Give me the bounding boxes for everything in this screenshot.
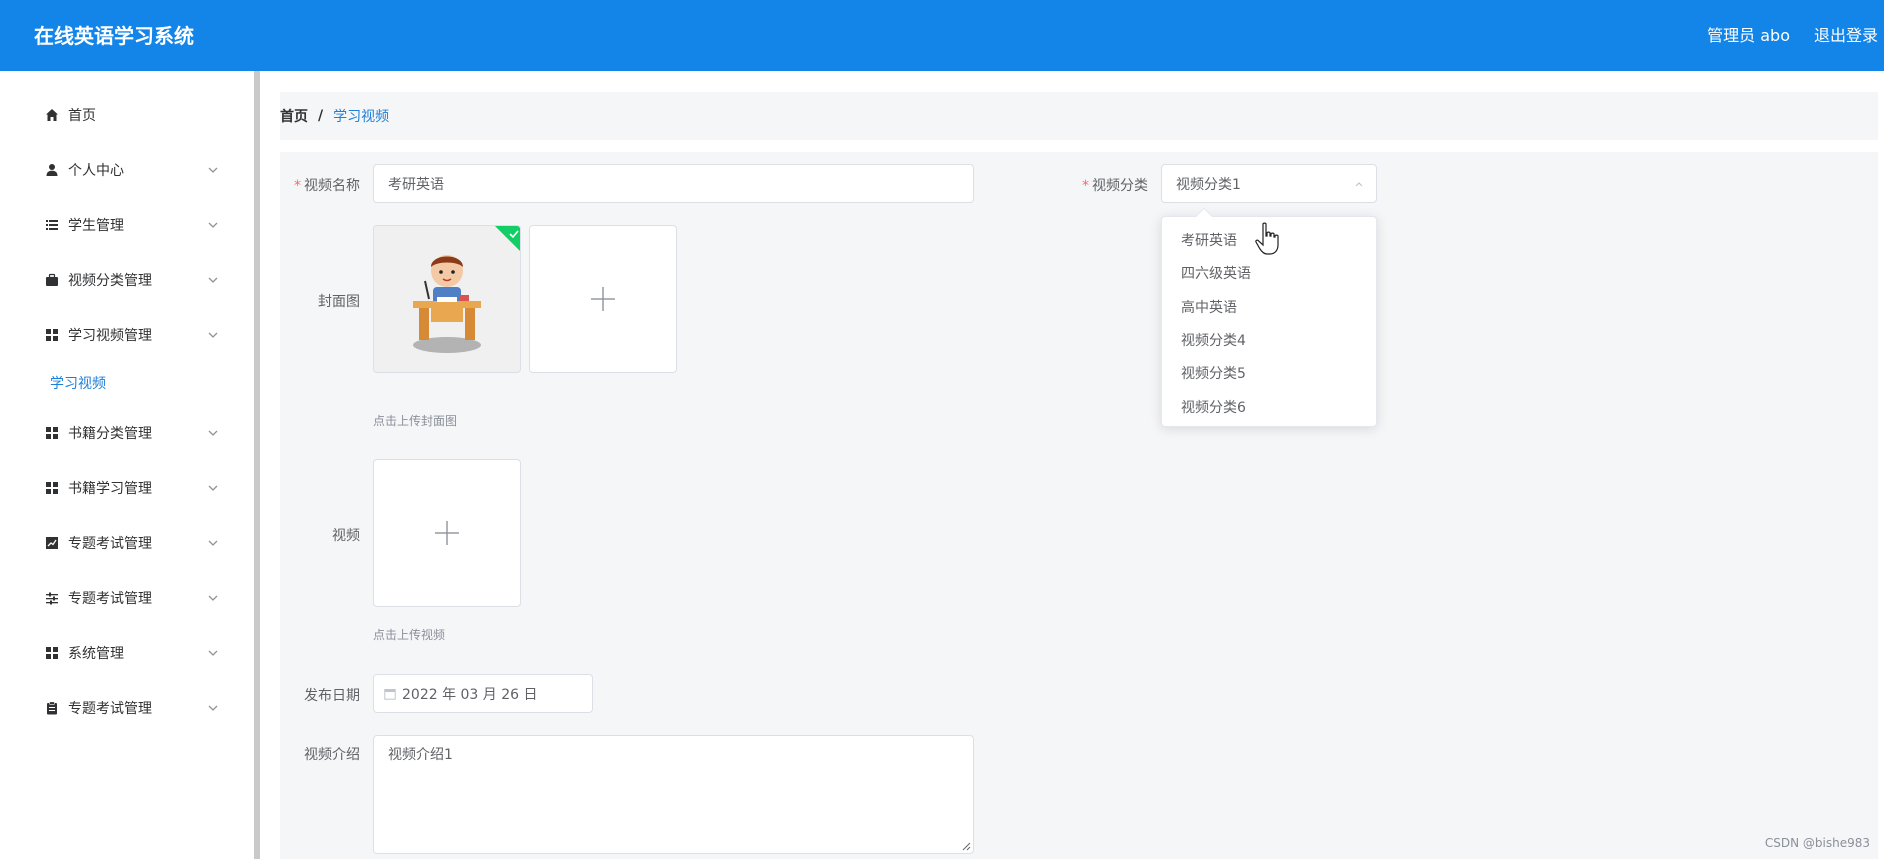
dropdown-option[interactable]: 高中英语 <box>1181 297 1237 317</box>
sidebar-subitem-study-video[interactable]: 学习视频 <box>50 373 106 393</box>
student-at-desk-image <box>413 255 481 353</box>
sidebar-item-label: 学生管理 <box>68 218 124 234</box>
intro-label: 视频介绍 <box>304 747 360 763</box>
sidebar-item-label: 首页 <box>68 108 96 124</box>
list-icon <box>44 217 60 233</box>
chevron-down-icon <box>208 332 218 338</box>
sidebar-item-video-category-management[interactable]: 视频分类管理 <box>0 260 250 300</box>
sidebar-item-student-management[interactable]: 学生管理 <box>0 205 250 245</box>
chevron-down-icon <box>208 705 218 711</box>
publish-date-value: 2022 年 03 月 26 日 <box>402 686 538 703</box>
sidebar-item-label: 个人中心 <box>68 163 124 179</box>
sidebar: 首页 个人中心 学生管理 视频分类管理 学习视频管理 学习视频 书籍分类管理 书… <box>0 71 256 859</box>
sidebar-item-label: 专题考试管理 <box>68 591 152 607</box>
sidebar-item-label: 书籍分类管理 <box>68 426 152 442</box>
sidebar-item-label: 专题考试管理 <box>68 536 152 552</box>
video-name-label: * 视频名称 <box>294 178 360 194</box>
chevron-down-icon <box>208 430 218 436</box>
video-hint: 点击上传视频 <box>373 628 446 642</box>
sidebar-item-study-video-management[interactable]: 学习视频管理 <box>0 315 250 355</box>
selected-category: 视频分类1 <box>1176 176 1241 193</box>
sidebar-item-book-category-management[interactable]: 书籍分类管理 <box>0 413 250 453</box>
required-mark: * <box>294 178 301 194</box>
app-title: 在线英语学习系统 <box>34 24 194 48</box>
dropdown-option[interactable]: 视频分类6 <box>1181 397 1246 417</box>
dropdown-option[interactable]: 视频分类4 <box>1181 330 1246 350</box>
intro-value: 视频介绍1 <box>388 747 453 763</box>
chevron-down-icon <box>208 485 218 491</box>
sidebar-item-system-management[interactable]: 系统管理 <box>0 633 250 673</box>
chevron-down-icon <box>208 650 218 656</box>
chart-icon <box>44 535 60 551</box>
logout-button[interactable]: 退出登录 <box>1814 22 1878 46</box>
cover-thumbnail[interactable] <box>373 225 521 373</box>
sidebar-item-label: 视频分类管理 <box>68 273 152 289</box>
chevron-down-icon <box>208 222 218 228</box>
dropdown-option[interactable]: 四六级英语 <box>1181 263 1251 283</box>
grid-icon <box>44 425 60 441</box>
publish-date-input[interactable]: 2022 年 03 月 26 日 <box>373 674 593 713</box>
dropdown-option[interactable]: 考研英语 <box>1181 230 1237 250</box>
sidebar-item-label: 系统管理 <box>68 646 124 662</box>
cover-label: 封面图 <box>318 294 360 310</box>
top-header: 在线英语学习系统 管理员 abo 退出登录 <box>0 0 1884 71</box>
grid-icon <box>44 480 60 496</box>
sidebar-item-label: 书籍学习管理 <box>68 481 152 497</box>
sidebar-item-book-study-management[interactable]: 书籍学习管理 <box>0 468 250 508</box>
chevron-down-icon <box>208 277 218 283</box>
dropdown-option[interactable]: 视频分类5 <box>1181 363 1246 383</box>
intro-textarea[interactable]: 视频介绍1 <box>373 735 974 854</box>
grid-icon <box>44 645 60 661</box>
video-category-select[interactable]: 视频分类1 <box>1161 164 1377 203</box>
hand-cursor-icon <box>1255 222 1279 255</box>
calendar-icon <box>384 688 396 700</box>
chevron-down-icon <box>208 595 218 601</box>
check-icon <box>509 230 519 239</box>
user-icon <box>44 162 60 178</box>
required-mark: * <box>1082 178 1089 194</box>
sidebar-item-label: 学习视频管理 <box>68 328 152 344</box>
plus-icon <box>591 287 615 311</box>
current-user: 管理员 abo <box>1707 26 1790 45</box>
publish-date-label: 发布日期 <box>304 688 360 704</box>
sidebar-item-label: 专题考试管理 <box>68 701 152 717</box>
watermark: CSDN @bishe983 <box>1764 836 1870 850</box>
sidebar-item-topic-exam-management-3[interactable]: 专题考试管理 <box>0 688 250 728</box>
chevron-down-icon <box>208 167 218 173</box>
briefcase-icon <box>44 272 60 288</box>
home-icon <box>44 107 60 123</box>
sidebar-item-topic-exam-management-2[interactable]: 专题考试管理 <box>0 578 250 618</box>
breadcrumb-home[interactable]: 首页 <box>280 106 308 126</box>
video-upload-button[interactable] <box>373 459 521 607</box>
grid-icon <box>44 327 60 343</box>
video-category-label: * 视频分类 <box>1082 178 1148 194</box>
video-name-input[interactable]: 考研英语 <box>373 164 974 203</box>
chevron-down-icon <box>208 540 218 546</box>
sidebar-item-home[interactable]: 首页 <box>0 95 250 135</box>
sidebar-item-topic-exam-management-1[interactable]: 专题考试管理 <box>0 523 250 563</box>
breadcrumb-current: 学习视频 <box>333 109 390 125</box>
sidebar-item-personal-center[interactable]: 个人中心 <box>0 150 250 190</box>
plus-icon <box>435 521 459 545</box>
clipboard-icon <box>44 700 60 716</box>
video-label: 视频 <box>332 528 360 544</box>
breadcrumb-separator: / <box>318 108 324 124</box>
breadcrumb: 首页 / 学习视频 <box>280 92 1878 140</box>
resize-handle-icon[interactable] <box>961 841 971 851</box>
sidebar-scrollbar[interactable] <box>254 71 260 859</box>
cover-hint: 点击上传封面图 <box>373 414 458 428</box>
chevron-up-icon <box>1355 182 1363 187</box>
sliders-icon <box>44 590 60 606</box>
cover-upload-button[interactable] <box>529 225 677 373</box>
